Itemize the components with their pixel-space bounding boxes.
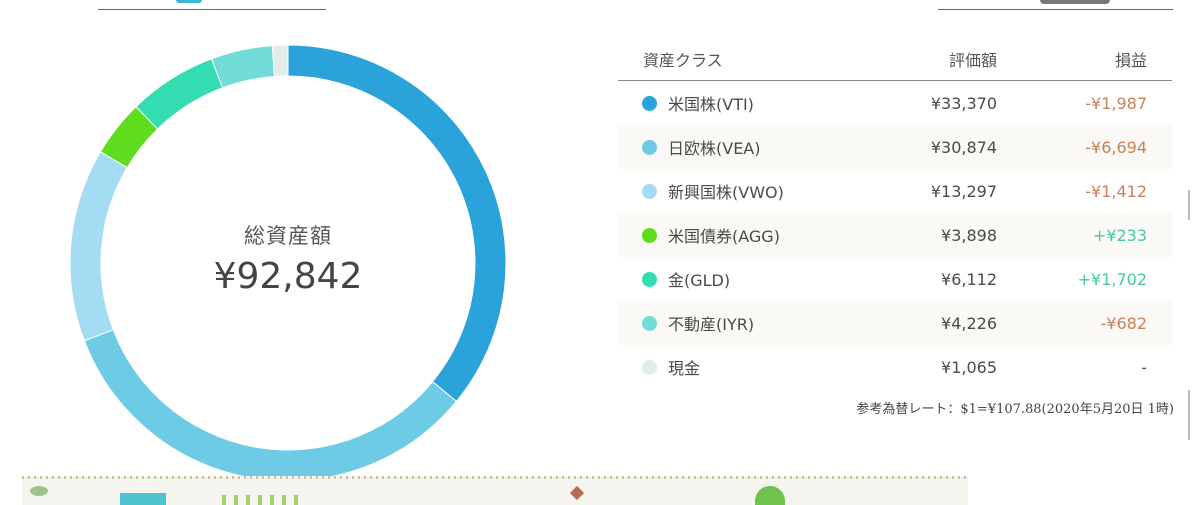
donut-slice (271, 45, 289, 78)
donut-center: 総資産額 ¥92,842 (70, 220, 506, 297)
edge-mark (1188, 390, 1190, 440)
top-accent-tab (176, 0, 202, 3)
donut-slice (83, 329, 458, 481)
legend-dot-icon (642, 315, 657, 331)
footer-dotted-edge (22, 476, 968, 479)
asset-value-cell: ¥30,874 (930, 137, 997, 157)
asset-class-label: 金(GLD) (668, 271, 731, 290)
asset-value-cell: ¥1,065 (941, 357, 997, 377)
asset-class-cell: 米国債券(AGG) (618, 223, 857, 247)
table-header: 資産クラス 評価額 損益 (618, 37, 1172, 81)
asset-class-label: 米国債券(AGG) (668, 227, 780, 246)
legend-dot-icon (642, 95, 657, 111)
asset-value-cell: ¥13,297 (930, 181, 997, 201)
legend-dot-icon (642, 139, 657, 155)
legend-dot-icon (642, 183, 657, 199)
total-assets-value: ¥92,842 (213, 256, 363, 297)
header-asset-class: 資産クラス (643, 50, 723, 70)
exchange-rate-note: 参考為替レート：$1=¥107.88(2020年5月20日 1時) (856, 402, 1174, 417)
profit-loss-cell: -¥6,694 (1085, 137, 1147, 157)
asset-class-cell: 新興国株(VWO) (618, 179, 857, 203)
asset-class-cell: 日欧株(VEA) (618, 135, 857, 159)
profit-loss-cell: -¥682 (1100, 313, 1148, 333)
profit-loss-cell: -¥1,412 (1085, 181, 1147, 201)
profit-loss-cell: +¥233 (1092, 225, 1147, 245)
total-assets-label: 総資産額 (244, 224, 332, 248)
table-body: 米国株(VTI) ¥33,370 -¥1,987 日欧株(VEA) ¥30,874 -¥6… (618, 81, 1172, 389)
top-divider-left (98, 9, 326, 10)
legend-dot-icon (642, 227, 657, 243)
top-decoration (1040, 0, 1110, 4)
asset-class-label: 不動産(IYR) (668, 315, 755, 334)
asset-class-cell: 米国株(VTI) (618, 91, 857, 115)
asset-class-cell: 金(GLD) (618, 267, 857, 291)
header-value: 評価額 (948, 50, 997, 70)
profit-loss-cell: - (1141, 357, 1147, 377)
asset-value-cell: ¥6,112 (941, 269, 997, 289)
table-row: 日欧株(VEA) ¥30,874 -¥6,694 (618, 125, 1172, 169)
profit-loss-cell: -¥1,987 (1085, 93, 1147, 113)
table-row: 米国債券(AGG) ¥3,898 +¥233 (618, 213, 1172, 257)
top-divider-right (938, 9, 1173, 10)
asset-class-label: 日欧株(VEA) (668, 139, 761, 158)
asset-class-label: 新興国株(VWO) (668, 183, 784, 202)
asset-class-cell: 不動産(IYR) (618, 311, 857, 335)
asset-value-cell: ¥33,370 (930, 93, 997, 113)
asset-table: 資産クラス 評価額 損益 米国株(VTI) ¥33,370 -¥1,987 日欧株(V… (618, 37, 1172, 389)
table-row: 不動産(IYR) ¥4,226 -¥682 (618, 301, 1172, 345)
leaf-decoration (30, 486, 48, 496)
header-pl: 損益 (1114, 50, 1147, 70)
table-row: 現金 ¥1,065 - (618, 345, 1172, 389)
table-row: 金(GLD) ¥6,112 +¥1,702 (618, 257, 1172, 301)
profit-loss-cell: +¥1,702 (1077, 269, 1147, 289)
asset-value-cell: ¥4,226 (941, 313, 997, 333)
asset-value-cell: ¥3,898 (941, 225, 997, 245)
asset-class-cell: 現金 (618, 355, 857, 379)
asset-class-label: 現金 (668, 359, 701, 378)
legend-dot-icon (642, 359, 657, 375)
asset-class-label: 米国株(VTI) (668, 95, 754, 114)
table-row: 米国株(VTI) ¥33,370 -¥1,987 (618, 81, 1172, 125)
edge-mark (1188, 190, 1190, 220)
donut-slice (135, 58, 224, 130)
sprout-decoration (222, 495, 302, 505)
footer-blank (968, 470, 1200, 505)
table-row: 新興国株(VWO) ¥13,297 -¥1,412 (618, 169, 1172, 213)
top-strip (0, 0, 1200, 16)
legend-dot-icon (642, 271, 657, 287)
teal-decoration (120, 493, 166, 505)
donut-slice (210, 45, 276, 89)
